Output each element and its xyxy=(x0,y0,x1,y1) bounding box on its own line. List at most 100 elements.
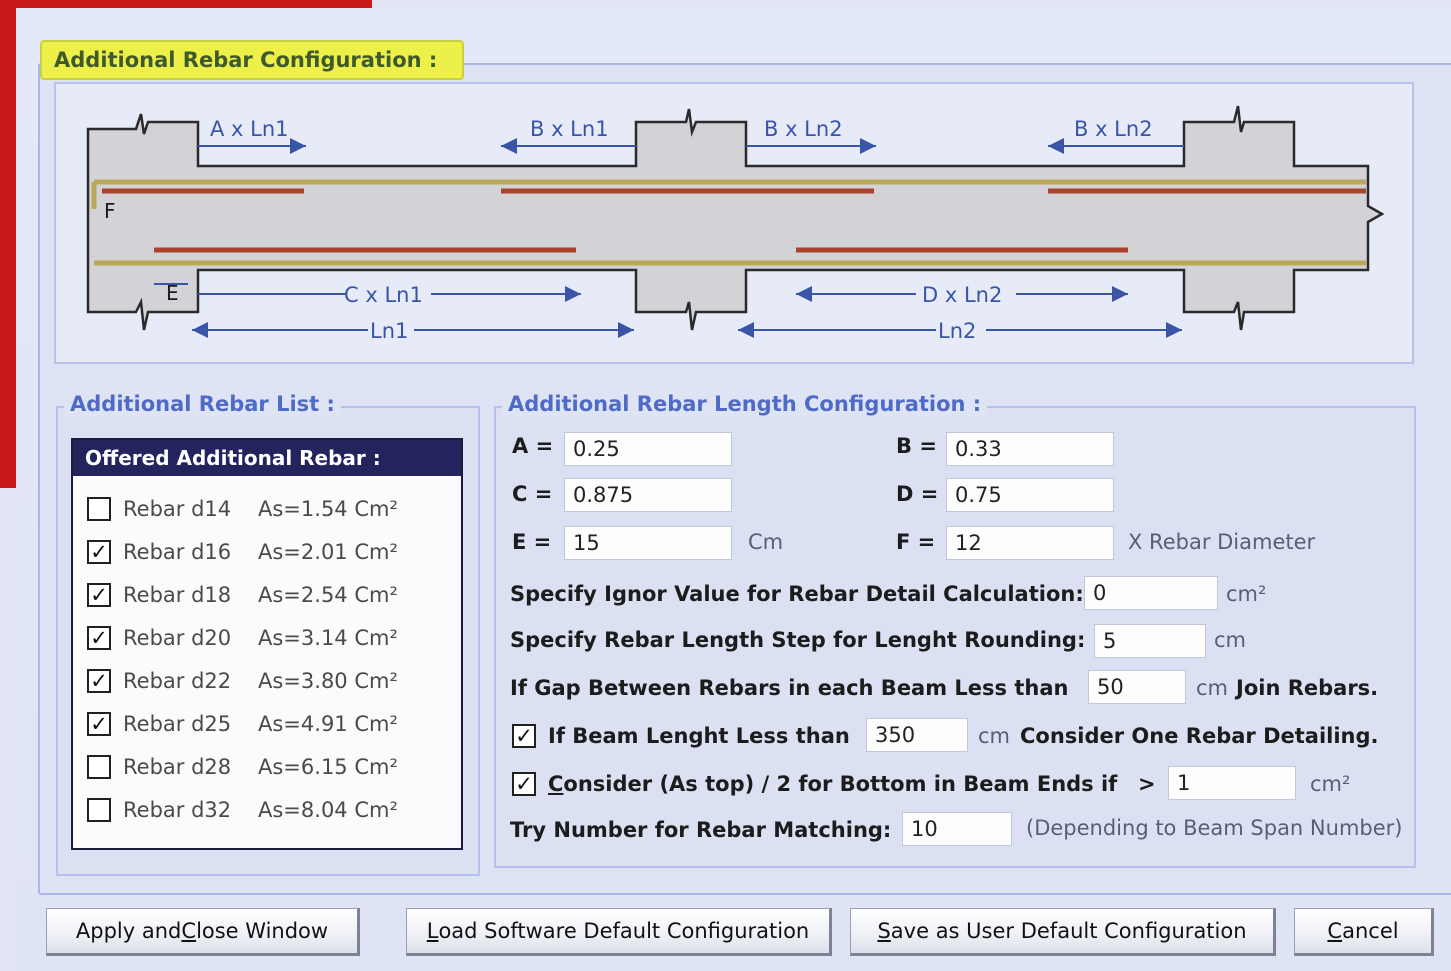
f-input[interactable]: 12 xyxy=(946,526,1114,560)
length-step-input[interactable]: 5 xyxy=(1094,624,1206,658)
beam-diagram: A x Ln1 B x Ln1 B x Ln2 B x Ln2 C x Ln1 … xyxy=(54,82,1414,364)
e-label: E = xyxy=(512,530,552,554)
gap-unit: cm xyxy=(1196,676,1229,700)
try-number-note: (Depending to Beam Span Number) xyxy=(1026,816,1403,840)
e-input[interactable]: 15 xyxy=(564,526,732,560)
rebar-checkbox[interactable] xyxy=(87,798,111,822)
gap-label: If Gap Between Rebars in each Beam Less … xyxy=(510,676,1069,700)
rebar-size-label: Rebar d16 xyxy=(123,540,232,564)
rebar-size-label: Rebar d25 xyxy=(123,712,232,736)
label-b-ln2-right: B x Ln2 xyxy=(1074,117,1153,141)
label-b-ln1: B x Ln1 xyxy=(530,117,609,141)
a-label: A = xyxy=(512,434,554,458)
ignore-value-label: Specify Ignor Value for Rebar Detail Cal… xyxy=(510,582,1084,606)
a-input[interactable]: 0.25 xyxy=(564,432,732,466)
label-e: E xyxy=(166,281,179,305)
rebar-area-label: As=1.54 Cm² xyxy=(258,497,398,521)
rebar-checkbox[interactable]: ✓ xyxy=(87,540,111,564)
rebar-list-item[interactable]: ✓ Rebar d25 As=4.91 Cm² xyxy=(87,707,398,741)
cancel-button[interactable]: Cancel xyxy=(1294,908,1434,956)
as-top-label-text: onsider (As top) / 2 for Bottom in Beam … xyxy=(563,772,1118,796)
label-c-ln1: C x Ln1 xyxy=(344,283,423,307)
load-default-button[interactable]: Load Software Default Configuration xyxy=(406,908,832,956)
rebar-checkbox[interactable] xyxy=(87,755,111,779)
checkmark-icon: ✓ xyxy=(90,711,108,736)
checkmark-icon: ✓ xyxy=(90,582,108,607)
length-step-unit: cm xyxy=(1214,628,1247,652)
gap-input[interactable]: 50 xyxy=(1088,670,1186,704)
rebar-size-label: Rebar d14 xyxy=(123,497,232,521)
f-label: F = xyxy=(896,530,936,554)
rebar-size-label: Rebar d20 xyxy=(123,626,232,650)
label-a-ln1: A x Ln1 xyxy=(210,117,289,141)
background-red-strip-top xyxy=(0,0,372,8)
gap-suffix: Join Rebars. xyxy=(1236,676,1379,700)
e-unit: Cm xyxy=(748,530,784,554)
length-config-group-label: Additional Rebar Length Configuration : xyxy=(502,392,988,416)
beam-length-unit: cm xyxy=(978,724,1011,748)
rebar-list-item[interactable]: ✓ Rebar d16 As=2.01 Cm² xyxy=(87,535,398,569)
beam-length-suffix: Consider One Rebar Detailing. xyxy=(1020,724,1379,748)
beam-length-label: If Beam Lenght Less than xyxy=(548,724,850,748)
rebar-checkbox[interactable]: ✓ xyxy=(87,712,111,736)
main-title: Additional Rebar Configuration : xyxy=(40,40,464,80)
as-top-checkbox[interactable]: ✓ xyxy=(512,772,536,796)
c-label: C = xyxy=(512,482,553,506)
checkmark-icon: ✓ xyxy=(90,668,108,693)
label-ln1: Ln1 xyxy=(370,319,408,343)
ignore-value-input[interactable]: 0 xyxy=(1084,576,1218,610)
rebar-size-label: Rebar d28 xyxy=(123,755,232,779)
offered-rebar-list[interactable]: Offered Additional Rebar : Rebar d14 As=1… xyxy=(71,438,463,850)
as-top-operator: > xyxy=(1138,772,1156,796)
checkmark-icon: ✓ xyxy=(515,723,533,748)
dialog-window: Additional Rebar Configuration : A x Ln1… xyxy=(16,8,1451,971)
label-f: F xyxy=(104,199,116,223)
ignore-value-unit: cm² xyxy=(1226,582,1267,606)
rebar-size-label: Rebar d22 xyxy=(123,669,232,693)
beam-diagram-svg: A x Ln1 B x Ln1 B x Ln2 B x Ln2 C x Ln1 … xyxy=(86,105,1385,343)
apply-and-close-button[interactable]: Apply and Close Window xyxy=(46,908,360,956)
rebar-area-label: As=3.14 Cm² xyxy=(258,626,398,650)
try-number-input[interactable]: 10 xyxy=(902,812,1012,846)
rebar-area-label: As=2.54 Cm² xyxy=(258,583,398,607)
save-user-default-button[interactable]: Save as User Default Configuration xyxy=(850,908,1276,956)
offered-rebar-header: Offered Additional Rebar : xyxy=(73,440,461,476)
try-number-label: Try Number for Rebar Matching: xyxy=(510,818,892,842)
c-input[interactable]: 0.875 xyxy=(564,478,732,512)
rebar-list-group-label: Additional Rebar List : xyxy=(64,392,341,416)
rebar-list-item[interactable]: Rebar d32 As=8.04 Cm² xyxy=(87,793,398,827)
rebar-list-item[interactable]: Rebar d14 As=1.54 Cm² xyxy=(87,492,398,526)
f-unit: X Rebar Diameter xyxy=(1128,530,1316,554)
rebar-list-item[interactable]: ✓ Rebar d22 As=3.80 Cm² xyxy=(87,664,398,698)
rebar-list-item[interactable]: ✓ Rebar d20 As=3.14 Cm² xyxy=(87,621,398,655)
b-label: B = xyxy=(896,434,937,458)
d-label: D = xyxy=(896,482,939,506)
rebar-list-item[interactable]: ✓ Rebar d18 As=2.54 Cm² xyxy=(87,578,398,612)
rebar-checkbox[interactable] xyxy=(87,497,111,521)
rebar-size-label: Rebar d18 xyxy=(123,583,232,607)
rebar-checkbox[interactable]: ✓ xyxy=(87,583,111,607)
as-top-input[interactable]: 1 xyxy=(1168,766,1296,800)
as-top-label: Consider (As top) / 2 for Bottom in Beam… xyxy=(548,772,1117,796)
rebar-list-item[interactable]: Rebar d28 As=6.15 Cm² xyxy=(87,750,398,784)
rebar-size-label: Rebar d32 xyxy=(123,798,232,822)
rebar-area-label: As=6.15 Cm² xyxy=(258,755,398,779)
rebar-area-label: As=4.91 Cm² xyxy=(258,712,398,736)
b-input[interactable]: 0.33 xyxy=(946,432,1114,466)
rebar-checkbox[interactable]: ✓ xyxy=(87,669,111,693)
beam-length-checkbox[interactable]: ✓ xyxy=(512,724,536,748)
label-b-ln2-left: B x Ln2 xyxy=(764,117,843,141)
d-input[interactable]: 0.75 xyxy=(946,478,1114,512)
rebar-checkbox[interactable]: ✓ xyxy=(87,626,111,650)
checkmark-icon: ✓ xyxy=(515,771,533,796)
rebar-area-label: As=8.04 Cm² xyxy=(258,798,398,822)
as-top-mnemonic: C xyxy=(548,772,564,796)
beam-length-input[interactable]: 350 xyxy=(866,718,968,752)
rebar-area-label: As=3.80 Cm² xyxy=(258,669,398,693)
length-step-label: Specify Rebar Length Step for Lenght Rou… xyxy=(510,628,1086,652)
label-ln2: Ln2 xyxy=(938,319,976,343)
as-top-unit: cm² xyxy=(1310,772,1351,796)
checkmark-icon: ✓ xyxy=(90,625,108,650)
label-d-ln2: D x Ln2 xyxy=(922,283,1002,307)
background-red-strip-side xyxy=(0,0,16,488)
